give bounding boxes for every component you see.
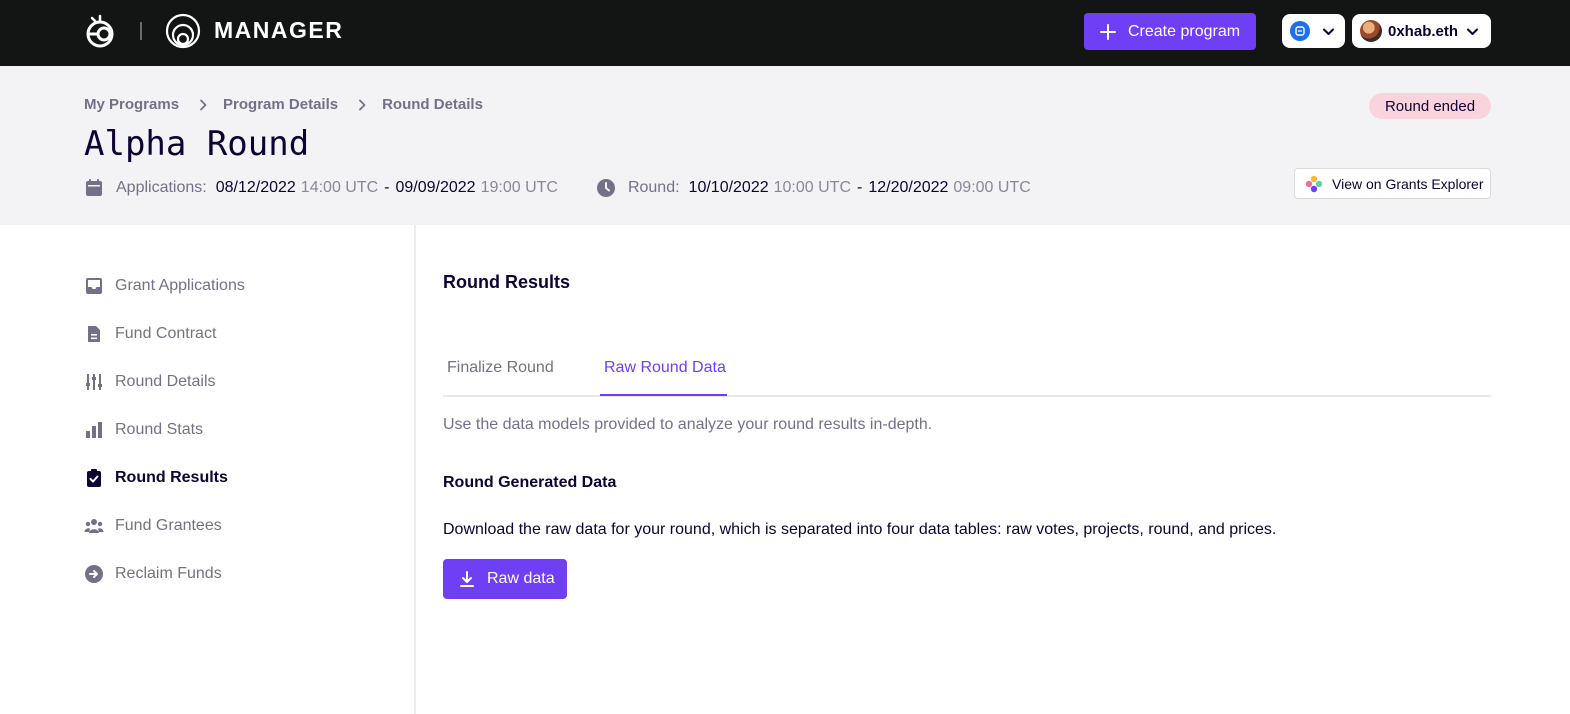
logo-divider: [140, 22, 142, 40]
round-label: Round:: [627, 179, 680, 196]
manager-logo-icon: [165, 13, 201, 49]
sidebar-item-label: Round Details: [115, 373, 216, 390]
page-title: Alpha Round: [84, 124, 310, 164]
status-badge: Round ended: [1369, 93, 1491, 119]
sidebar-item-label: Grant Applications: [115, 277, 245, 294]
download-description: Download the raw data for your round, wh…: [443, 521, 1277, 538]
applications-start-date: 08/12/2022: [215, 179, 296, 196]
grants-explorer-icon: [1305, 175, 1323, 192]
avatar: [1360, 20, 1382, 42]
applications-end-time: 19:00 UTC: [480, 179, 558, 196]
section-heading: Round Results: [443, 272, 571, 292]
bar-chart-icon: [86, 422, 102, 438]
gitcoin-logo-icon[interactable]: [84, 14, 116, 48]
sidebar-item-round-details[interactable]: Round Details: [84, 358, 384, 406]
sidebar-item-round-stats[interactable]: Round Stats: [84, 406, 384, 454]
date-separator: -: [857, 179, 863, 196]
chevron-right-icon: [200, 99, 207, 110]
calendar-icon: [86, 179, 102, 196]
download-icon: [460, 571, 474, 587]
date-separator: -: [384, 179, 390, 196]
sidebar-item-label: Fund Grantees: [115, 517, 222, 534]
results-tabs: Finalize Round Raw Round Data: [443, 347, 1491, 397]
applications-start-time: 14:00 UTC: [300, 179, 379, 196]
round-start-date: 10/10/2022: [688, 179, 769, 196]
network-logo-icon: [1290, 21, 1310, 41]
sidebar-item-reclaim-funds[interactable]: Reclaim Funds: [84, 550, 384, 598]
sidebar-item-fund-contract[interactable]: Fund Contract: [84, 310, 384, 358]
chevron-down-icon: [1467, 28, 1479, 35]
applications-label: Applications:: [116, 179, 207, 196]
breadcrumb-program-details[interactable]: Program Details: [223, 96, 338, 113]
sidebar: Grant Applications Fund Contract Round D…: [84, 262, 384, 598]
create-program-label: Create program: [1128, 22, 1241, 40]
subsection-heading: Round Generated Data: [443, 474, 617, 491]
top-navigation-bar: MANAGER Create program 0xhab.eth: [0, 0, 1570, 66]
sidebar-divider: [414, 225, 416, 714]
breadcrumb: My Programs Program Details Round Detail…: [84, 96, 483, 113]
arrow-circle-right-icon: [85, 565, 103, 583]
sidebar-item-label: Round Results: [115, 469, 228, 486]
applications-end-date: 09/09/2022: [395, 179, 476, 196]
document-icon: [88, 326, 100, 342]
tab-description: Use the data models provided to analyze …: [443, 416, 933, 433]
breadcrumb-round-details[interactable]: Round Details: [382, 96, 483, 113]
active-tab-indicator: [600, 394, 727, 396]
round-dates: Applications: 08/12/2022 14:00 UTC - 09/…: [84, 178, 1031, 198]
create-program-button[interactable]: Create program: [1084, 13, 1256, 50]
sidebar-item-fund-grantees[interactable]: Fund Grantees: [84, 502, 384, 550]
inbox-icon: [86, 278, 102, 294]
round-end-time: 09:00 UTC: [953, 179, 1031, 196]
account-name: 0xhab.eth: [1388, 22, 1459, 40]
breadcrumb-my-programs[interactable]: My Programs: [84, 96, 179, 113]
users-icon: [84, 519, 104, 533]
raw-data-download-button[interactable]: Raw data: [443, 559, 567, 599]
clock-icon: [596, 179, 615, 197]
grants-explorer-label: View on Grants Explorer: [1332, 175, 1484, 192]
chevron-down-icon: [1323, 28, 1334, 35]
account-menu-button[interactable]: 0xhab.eth: [1352, 14, 1491, 48]
sidebar-item-grant-applications[interactable]: Grant Applications: [84, 262, 384, 310]
tab-finalize-round[interactable]: Finalize Round: [447, 359, 554, 377]
sidebar-item-label: Fund Contract: [115, 325, 217, 342]
raw-data-label: Raw data: [487, 570, 555, 587]
sidebar-item-label: Round Stats: [115, 421, 204, 438]
plus-icon: [1100, 23, 1116, 40]
tab-raw-round-data[interactable]: Raw Round Data: [604, 359, 726, 377]
brand-name: MANAGER: [214, 17, 344, 43]
chevron-right-icon: [359, 99, 366, 110]
view-on-grants-explorer-button[interactable]: View on Grants Explorer: [1294, 168, 1491, 199]
network-selector[interactable]: [1282, 14, 1345, 48]
round-end-date: 12/20/2022: [868, 179, 949, 196]
round-start-time: 10:00 UTC: [773, 179, 851, 196]
sidebar-item-label: Reclaim Funds: [115, 565, 222, 582]
sliders-icon: [86, 374, 102, 390]
sidebar-item-round-results[interactable]: Round Results: [84, 454, 384, 502]
clipboard-check-icon: [87, 469, 101, 487]
